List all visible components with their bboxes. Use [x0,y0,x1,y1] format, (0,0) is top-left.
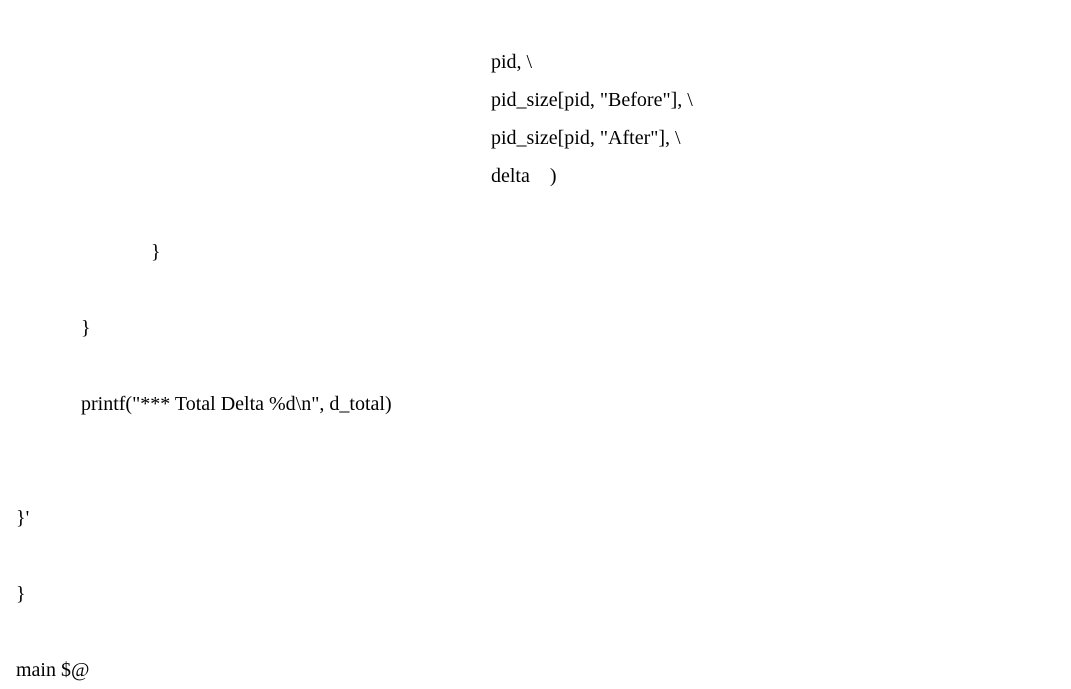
code-line: } [16,241,161,263]
code-block: pid, \ pid_size[pid, "Before"], \ [0,0,1071,689]
code-line: pid_size[pid, "Before"], \ [16,89,693,111]
code-line: pid_size[pid, "After"], \ [16,127,681,149]
code-line: delta ) [16,165,557,187]
code-line: main $@ [16,659,89,681]
code-line: printf("*** Total Delta %d\n", d_total) [16,393,392,415]
code-line: }' [16,507,29,529]
code-line: } [16,317,91,339]
code-line: } [16,583,26,605]
code-line: pid, \ [16,51,532,73]
